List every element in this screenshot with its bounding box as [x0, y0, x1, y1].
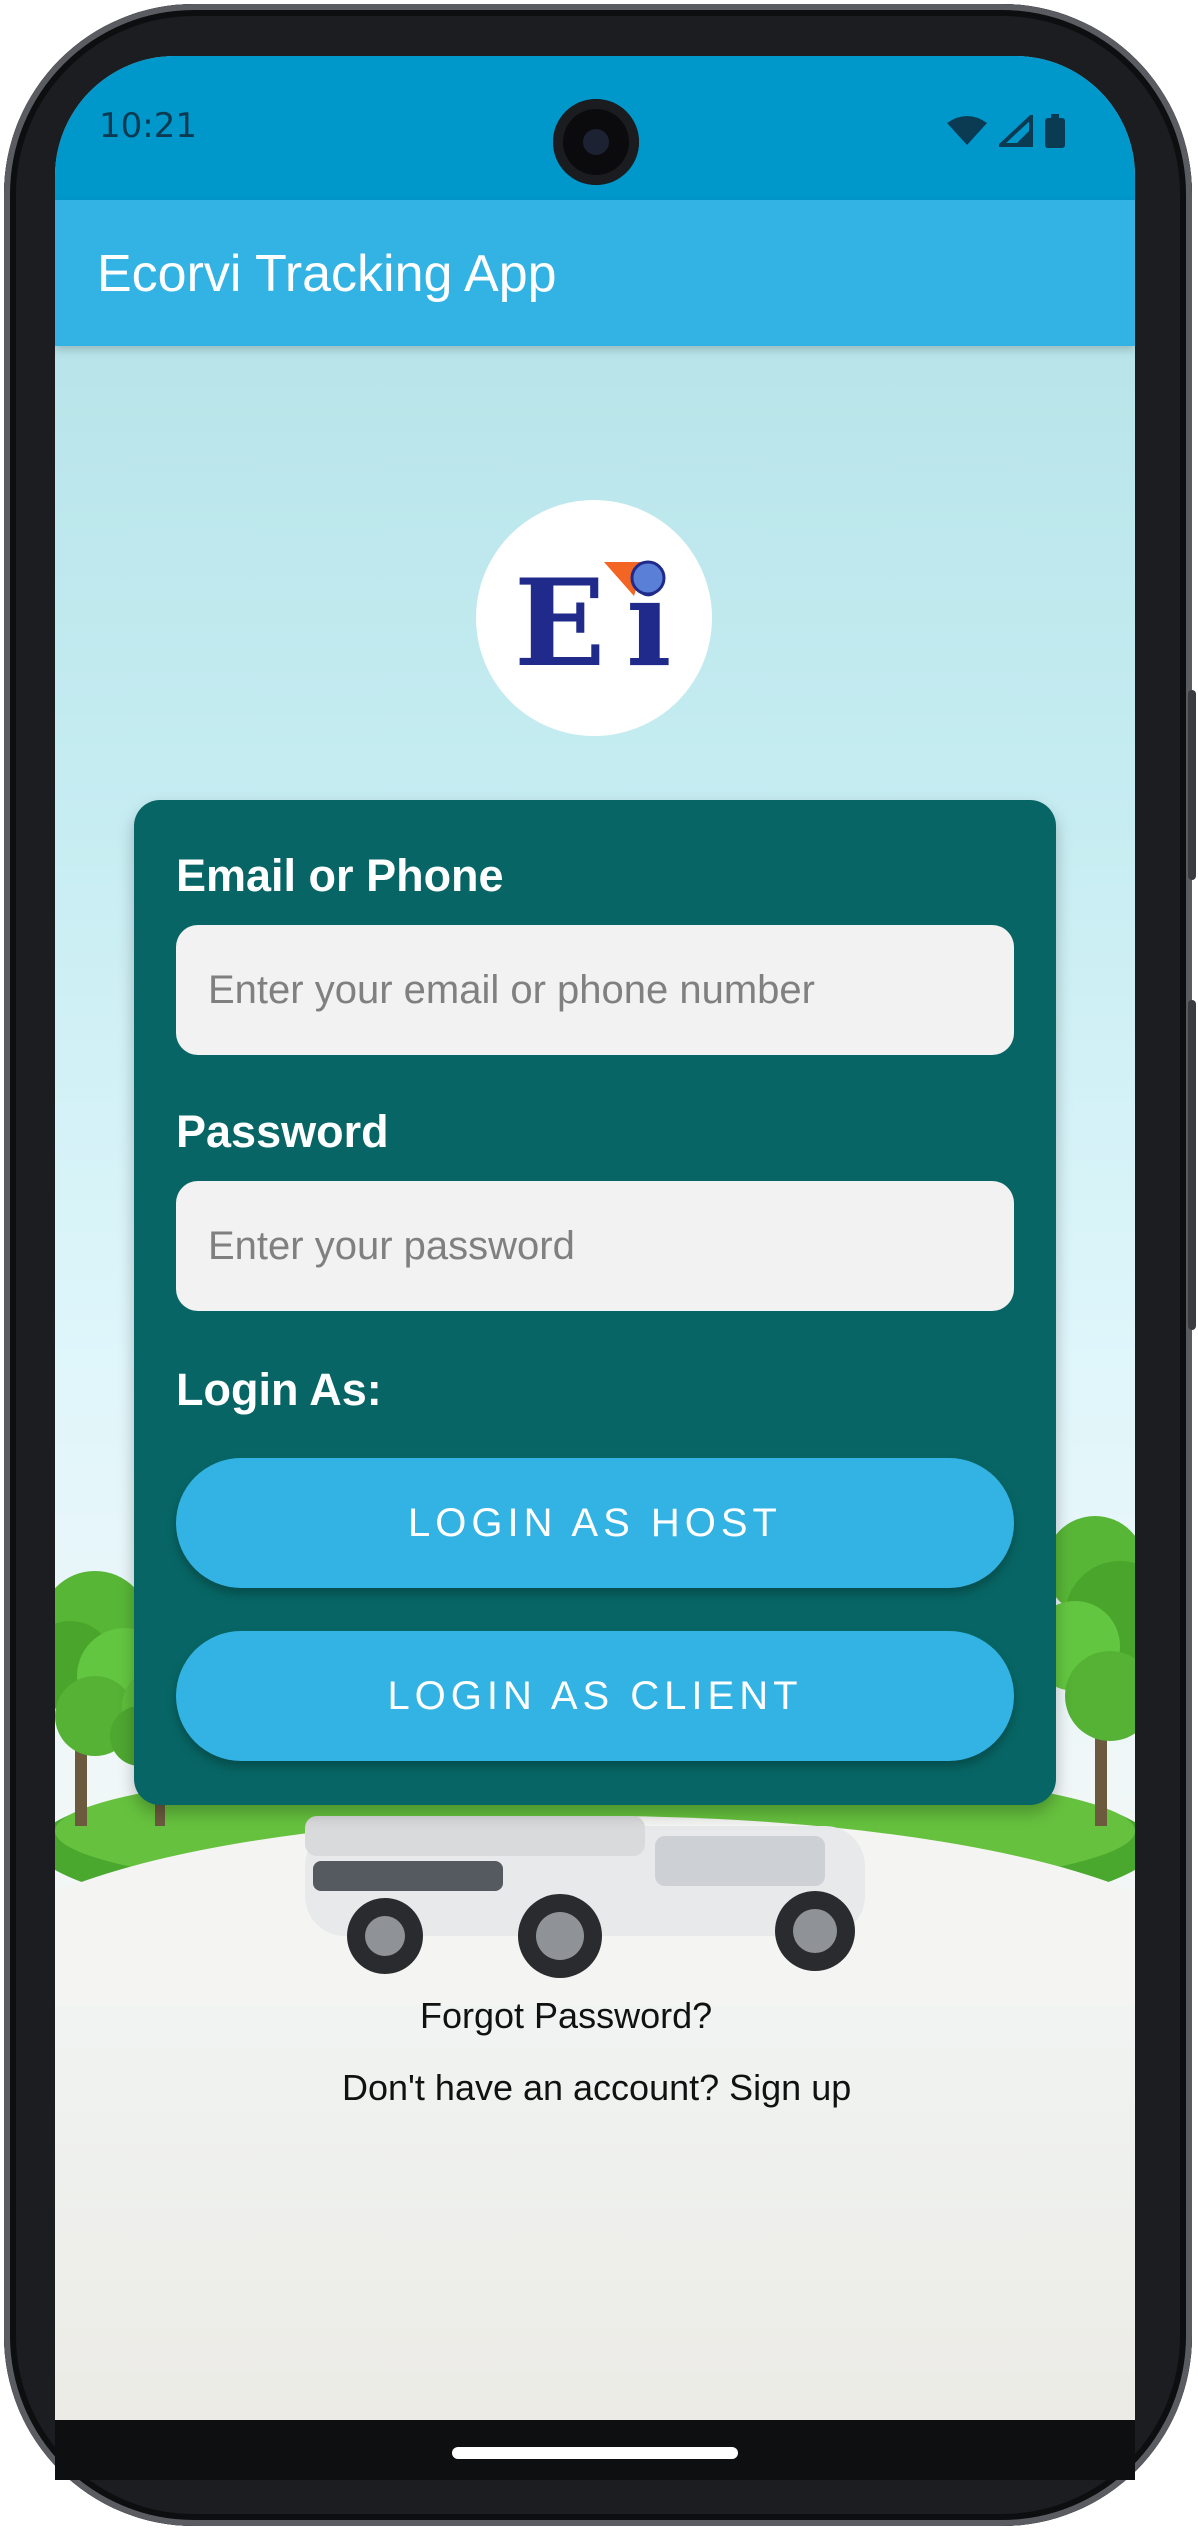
home-indicator[interactable] [452, 2447, 738, 2459]
status-bar: 10:21 [55, 56, 1135, 200]
password-label: Password [176, 1106, 389, 1157]
phone-device: 10:21 Ecorvi Tracking App E i Email or P… [0, 0, 1198, 2531]
ei-logo-icon: E i [514, 553, 672, 694]
front-camera [553, 99, 639, 185]
email-label: Email or Phone [176, 850, 504, 901]
login-as-client-button[interactable]: LOGIN AS CLIENT [176, 1631, 1014, 1761]
app-title: Ecorvi Tracking App [97, 245, 557, 303]
password-input[interactable] [176, 1181, 1014, 1311]
status-icons [947, 114, 1065, 148]
app-logo: E i [476, 500, 712, 736]
signup-link[interactable]: Don't have an account? Sign up [342, 2067, 851, 2109]
battery-icon [1045, 114, 1065, 148]
signal-icon [999, 115, 1033, 147]
phone-side-button [1188, 1000, 1196, 1330]
login-as-host-button[interactable]: LOGIN AS HOST [176, 1458, 1014, 1588]
svg-text:E: E [514, 553, 605, 694]
login-card: Email or Phone Password Login As: LOGIN … [134, 800, 1056, 1805]
screen: 10:21 Ecorvi Tracking App E i Email or P… [55, 56, 1135, 2420]
phone-side-button [1188, 690, 1196, 880]
status-time: 10:21 [99, 106, 197, 146]
wifi-icon [947, 116, 987, 145]
app-bar: Ecorvi Tracking App [55, 200, 1135, 346]
email-input[interactable] [176, 925, 1014, 1055]
forgot-password-link[interactable]: Forgot Password? [420, 1995, 712, 2037]
login-as-label: Login As: [176, 1364, 382, 1415]
